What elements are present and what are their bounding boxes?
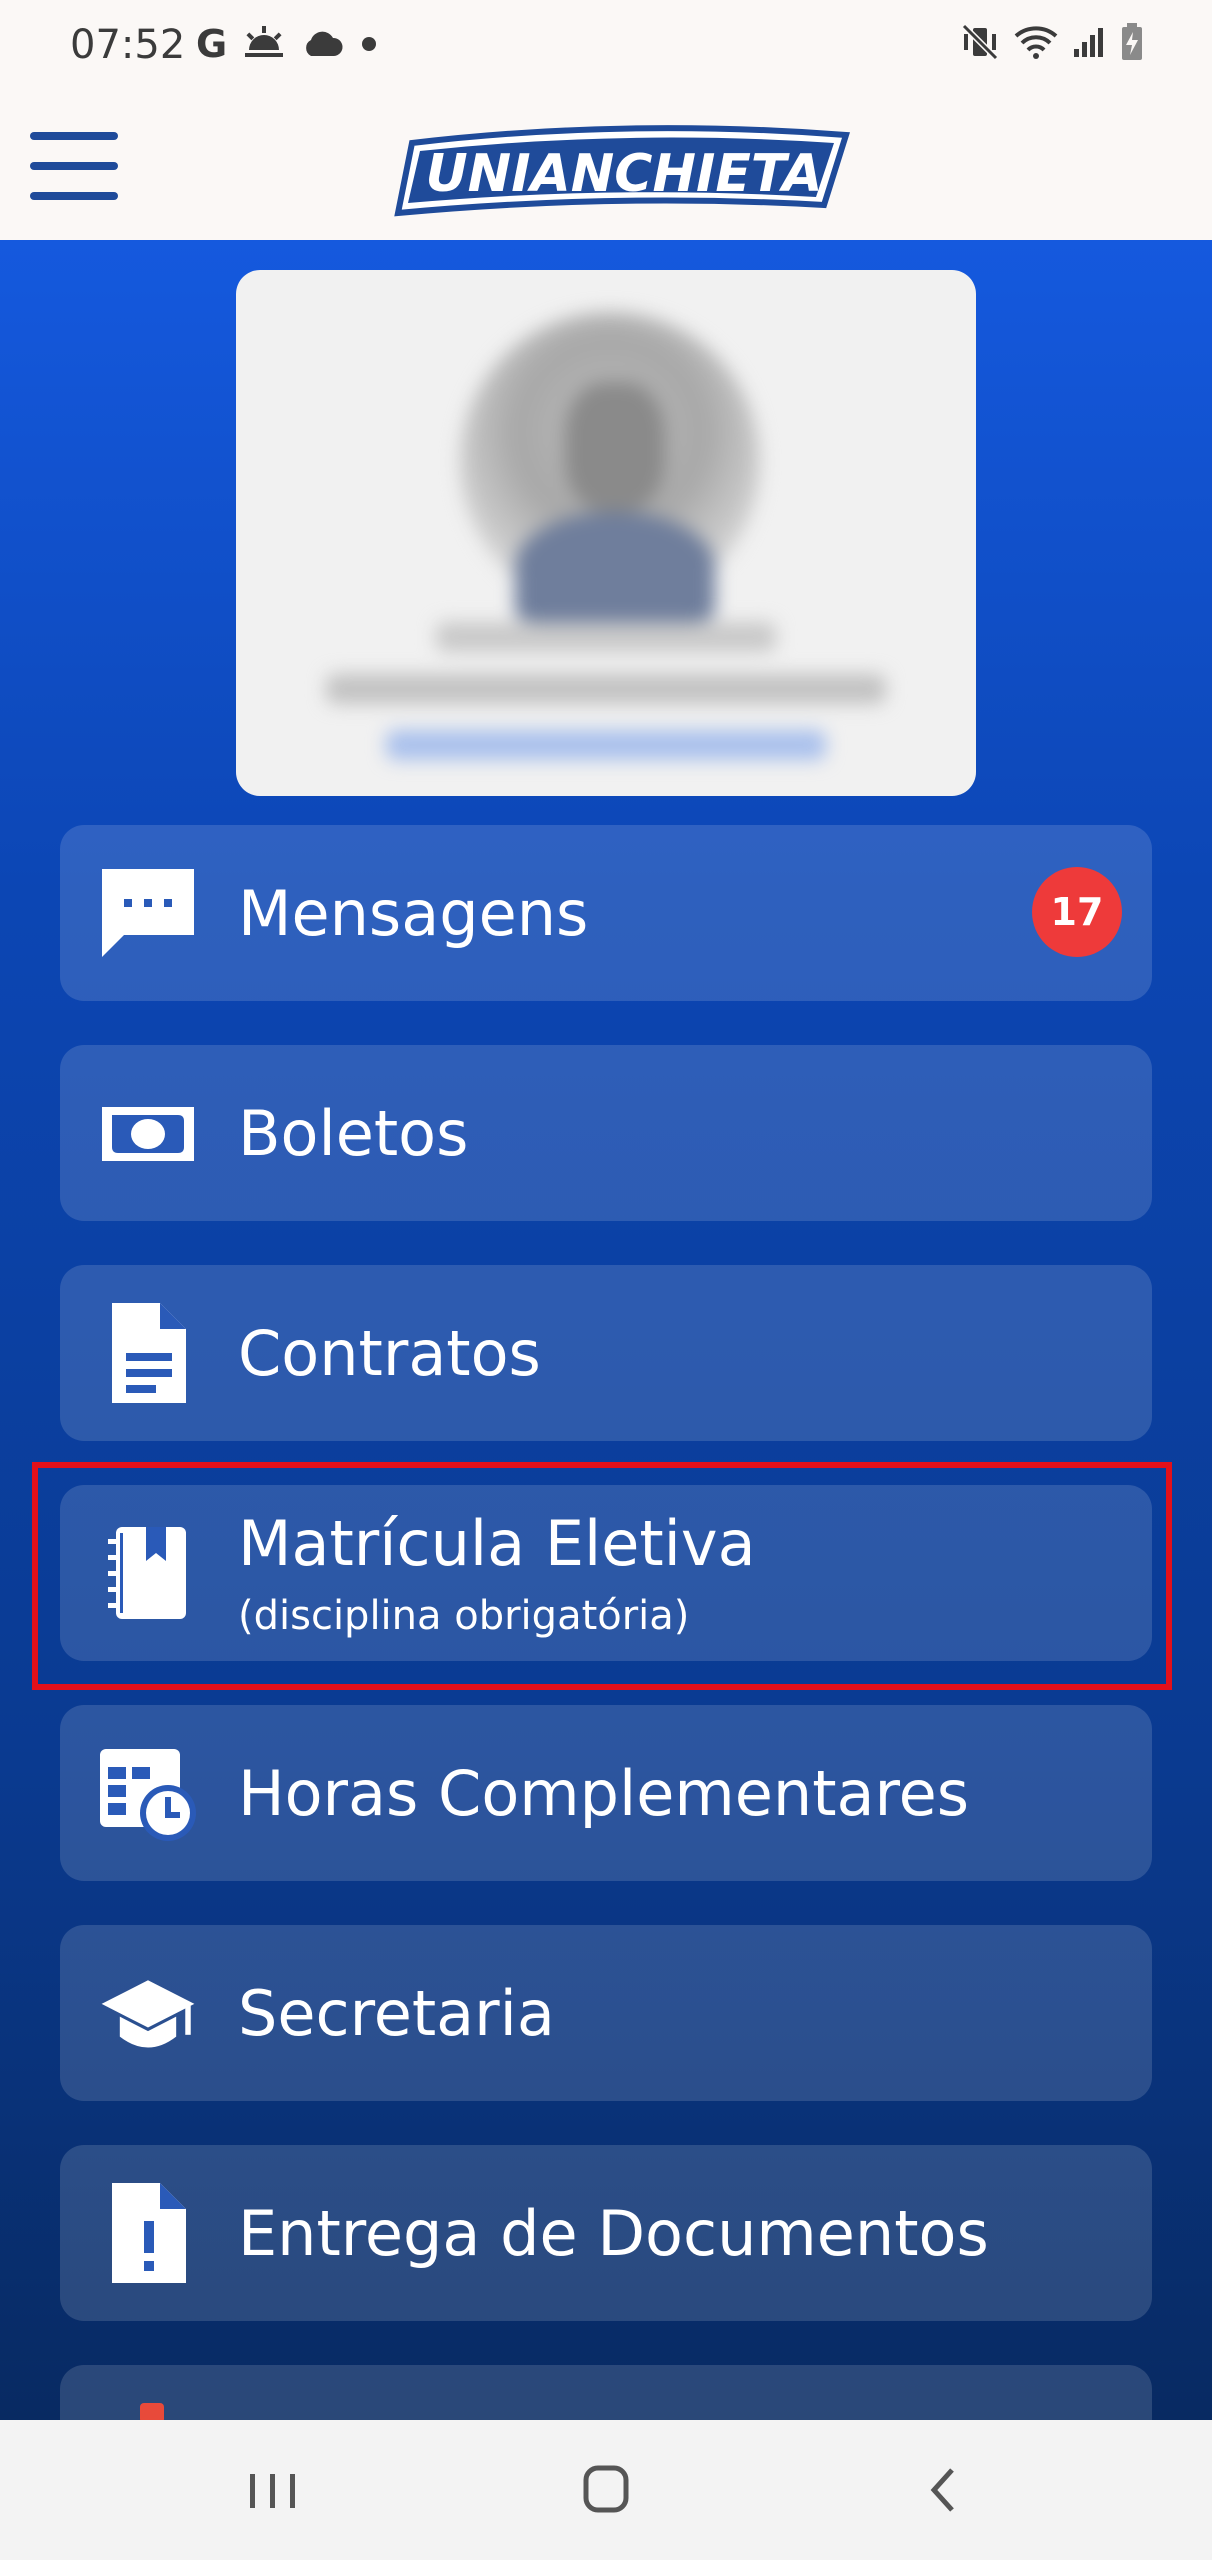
status-time: 07:52 [70, 22, 186, 68]
svg-text:UNIANCHIETA: UNIANCHIETA [425, 144, 822, 204]
menu-label: Boletos [238, 1097, 469, 1170]
menu-label: Horas Complementares [238, 1757, 970, 1830]
battery-charging-icon [1122, 23, 1142, 60]
unread-count-badge: 17 [1032, 867, 1122, 957]
status-bar: 07:52 G [0, 0, 1212, 95]
hamburger-menu-button[interactable] [30, 132, 118, 200]
app-header: UNIANCHIETA [0, 95, 1212, 240]
menu-item-matricula-eletiva[interactable]: Matrícula Eletiva (disciplina obrigatóri… [60, 1485, 1152, 1661]
home-icon[interactable] [561, 2460, 651, 2520]
menu-sublabel: (disciplina obrigatória) [238, 1593, 690, 1639]
signal-icon [1074, 28, 1103, 57]
money-icon [98, 1083, 198, 1183]
notification-dot-icon [362, 37, 377, 51]
menu-item-boletos[interactable]: Boletos [60, 1045, 1152, 1221]
menu-item-partial[interactable] [60, 2365, 1152, 2420]
menu-label: Contratos [238, 1317, 541, 1390]
menu-item-contratos[interactable]: Contratos [60, 1265, 1152, 1441]
vibrate-mute-icon [961, 23, 999, 61]
avatar [460, 312, 760, 622]
cloud-icon [306, 31, 343, 56]
back-icon[interactable] [900, 2460, 990, 2520]
menu-item-secretaria[interactable]: Secretaria [60, 1925, 1152, 2101]
document-alert-icon [98, 2183, 198, 2283]
google-icon: G [196, 22, 228, 66]
menu-label: Matrícula Eletiva [238, 1507, 756, 1580]
main-content: Mensagens 17 Boletos Contratos Matrícula… [0, 240, 1212, 2420]
unianchieta-logo: UNIANCHIETA [394, 125, 850, 217]
notebook-icon [98, 1523, 198, 1623]
schedule-clock-icon [98, 1743, 198, 1843]
menu-item-horas-complementares[interactable]: Horas Complementares [60, 1705, 1152, 1881]
graduation-cap-icon [98, 1963, 198, 2063]
menu-label: Mensagens [238, 877, 589, 950]
partial-item-icon [140, 2403, 164, 2420]
wifi-icon [1014, 26, 1058, 59]
system-nav-bar [0, 2420, 1212, 2560]
document-icon [98, 1303, 198, 1403]
profile-card[interactable] [236, 270, 976, 796]
menu-item-mensagens[interactable]: Mensagens 17 [60, 825, 1152, 1001]
menu-label: Secretaria [238, 1977, 555, 2050]
menu-label: Entrega de Documentos [238, 2197, 989, 2270]
weather-sunrise-icon [245, 26, 284, 57]
message-icon [98, 863, 198, 963]
recent-apps-icon[interactable] [228, 2460, 318, 2520]
menu-item-entrega-documentos[interactable]: Entrega de Documentos [60, 2145, 1152, 2321]
